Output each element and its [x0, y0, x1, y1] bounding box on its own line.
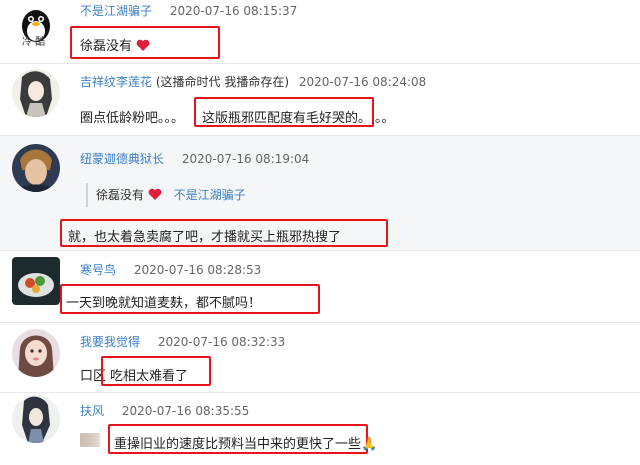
- comment-meta: 纽蒙迦德典狱长 2020-07-16 08:19:04: [80, 150, 309, 167]
- username-link[interactable]: 寒号鸟: [80, 263, 116, 277]
- comment-1: 冷 酷 不是江湖骗子 2020-07-16 08:15:37 徐磊没有: [0, 0, 640, 63]
- girl-avatar-icon: [12, 329, 60, 377]
- food-avatar-icon: [12, 257, 60, 305]
- avatar[interactable]: [12, 69, 60, 117]
- comment-text: 一天到晚就知道麦麸，都不腻吗！: [66, 296, 262, 311]
- timestamp: 2020-07-16 08:24:08: [298, 75, 427, 89]
- avatar[interactable]: [12, 395, 60, 443]
- quoted-text: 徐磊没有: [96, 188, 145, 202]
- comment-2: 吉祥纹李莲花 (这播命时代 我播命存在) 2020-07-16 08:24:08…: [0, 64, 640, 135]
- comment-6: 扶风 2020-07-16 08:35:55 重操旧业的速度比预料当中来的更快了…: [0, 393, 640, 465]
- timestamp: 2020-07-16 08:28:53: [133, 263, 262, 277]
- timestamp: 2020-07-16 08:15:37: [169, 4, 298, 18]
- comment-meta: 寒号鸟 2020-07-16 08:28:53: [80, 261, 261, 278]
- username-link[interactable]: 扶风: [80, 404, 104, 418]
- comment-5: 我要我觉得 2020-07-16 08:32:33 口区 吃相太难看了: [0, 323, 640, 392]
- comment-meta: 我要我觉得 2020-07-16 08:32:33: [80, 333, 285, 350]
- username-link[interactable]: 吉祥纹李莲花: [80, 75, 152, 89]
- comment-text: 徐磊没有: [80, 35, 150, 54]
- ink-figure-avatar-icon: [12, 69, 60, 117]
- comment-meta: 吉祥纹李莲花 (这播命时代 我播命存在) 2020-07-16 08:24:08: [80, 73, 426, 90]
- avatar[interactable]: [12, 144, 60, 192]
- comment-text: 就，也太着急卖腐了吧，才播就买上瓶邪热搜了: [68, 230, 342, 245]
- avatar[interactable]: [12, 329, 60, 377]
- avatar-caption: 冷 酷: [22, 37, 46, 48]
- pray-emoji-icon: 🙏: [361, 437, 378, 452]
- timestamp: 2020-07-16 08:32:33: [157, 335, 286, 349]
- comment-meta: 扶风 2020-07-16 08:35:55: [80, 402, 249, 419]
- avatar[interactable]: [12, 257, 60, 305]
- heart-icon: [148, 188, 162, 200]
- username-link[interactable]: 不是江湖骗子: [80, 4, 152, 18]
- timestamp: 2020-07-16 08:35:55: [121, 404, 250, 418]
- person-avatar-icon: [12, 144, 60, 192]
- username-note: (这播命时代 我播命存在): [155, 75, 290, 89]
- username-link[interactable]: 纽蒙迦德典狱长: [80, 152, 164, 166]
- comment-text-suffix: 。。: [375, 111, 395, 126]
- heart-icon: [136, 39, 150, 51]
- quoted-reply: 徐磊没有 不是江湖骗子: [86, 183, 246, 207]
- timestamp: 2020-07-16 08:19:04: [181, 152, 310, 166]
- comment-3: 纽蒙迦德典狱长 2020-07-16 08:19:04 徐磊没有 不是江湖骗子 …: [0, 136, 640, 250]
- comment-text-highlight: 吃相太难看了: [110, 369, 189, 384]
- comment-text-prefix: 圈点低龄粉吧。。。: [80, 111, 185, 126]
- comment-meta: 不是江湖骗子 2020-07-16 08:15:37: [80, 2, 297, 19]
- comment-text: 重操旧业的速度比预料当中来的更快了一些🙏: [114, 437, 378, 452]
- quoted-username-link[interactable]: 不是江湖骗子: [174, 188, 246, 202]
- ink-figure-avatar-icon: [12, 395, 60, 443]
- username-link[interactable]: 我要我觉得: [80, 335, 140, 349]
- comment-4: 寒号鸟 2020-07-16 08:28:53 一天到晚就知道麦麸，都不腻吗！: [0, 251, 640, 322]
- comment-text-highlight: 这版瓶邪匹配度有毛好哭的。: [202, 111, 372, 126]
- redacted-mark: [80, 433, 100, 447]
